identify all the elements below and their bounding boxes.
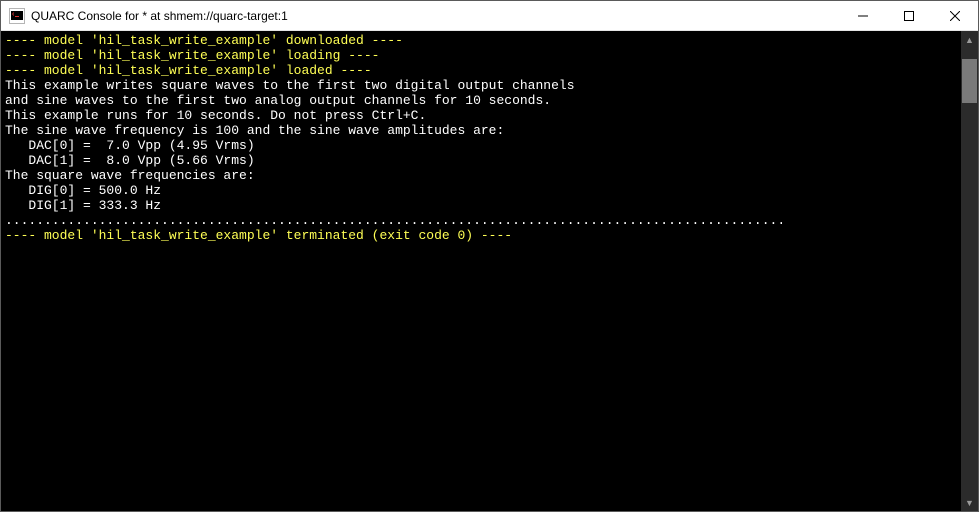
scrollbar-down-arrow-icon[interactable]: ▼ — [961, 494, 978, 511]
console-line: ---- model 'hil_task_write_example' term… — [5, 228, 957, 243]
console-line: DAC[1] = 8.0 Vpp (5.66 Vrms) — [5, 153, 957, 168]
console-line: ---- model 'hil_task_write_example' load… — [5, 63, 957, 78]
console-line: ---- model 'hil_task_write_example' down… — [5, 33, 957, 48]
app-window: QUARC Console for * at shmem://quarc-tar… — [0, 0, 979, 512]
console-output[interactable]: ---- model 'hil_task_write_example' down… — [1, 31, 961, 511]
vertical-scrollbar[interactable]: ▲ ▼ — [961, 31, 978, 511]
quarc-console-icon — [9, 8, 25, 24]
console-line: The sine wave frequency is 100 and the s… — [5, 123, 957, 138]
console-line: DIG[0] = 500.0 Hz — [5, 183, 957, 198]
console-line: This example writes square waves to the … — [5, 78, 957, 93]
maximize-button[interactable] — [886, 1, 932, 30]
console-line: DIG[1] = 333.3 Hz — [5, 198, 957, 213]
window-title: QUARC Console for * at shmem://quarc-tar… — [31, 9, 288, 23]
console-line: and sine waves to the first two analog o… — [5, 93, 957, 108]
close-button[interactable] — [932, 1, 978, 30]
scrollbar-up-arrow-icon[interactable]: ▲ — [961, 31, 978, 48]
titlebar[interactable]: QUARC Console for * at shmem://quarc-tar… — [1, 1, 978, 31]
console-line: DAC[0] = 7.0 Vpp (4.95 Vrms) — [5, 138, 957, 153]
console-line: The square wave frequencies are: — [5, 168, 957, 183]
minimize-button[interactable] — [840, 1, 886, 30]
console-line: This example runs for 10 seconds. Do not… — [5, 108, 957, 123]
console-line: ---- model 'hil_task_write_example' load… — [5, 48, 957, 63]
scrollbar-thumb[interactable] — [962, 59, 977, 103]
client-area: ---- model 'hil_task_write_example' down… — [1, 31, 978, 511]
console-line: ........................................… — [5, 213, 957, 228]
window-buttons — [840, 1, 978, 30]
